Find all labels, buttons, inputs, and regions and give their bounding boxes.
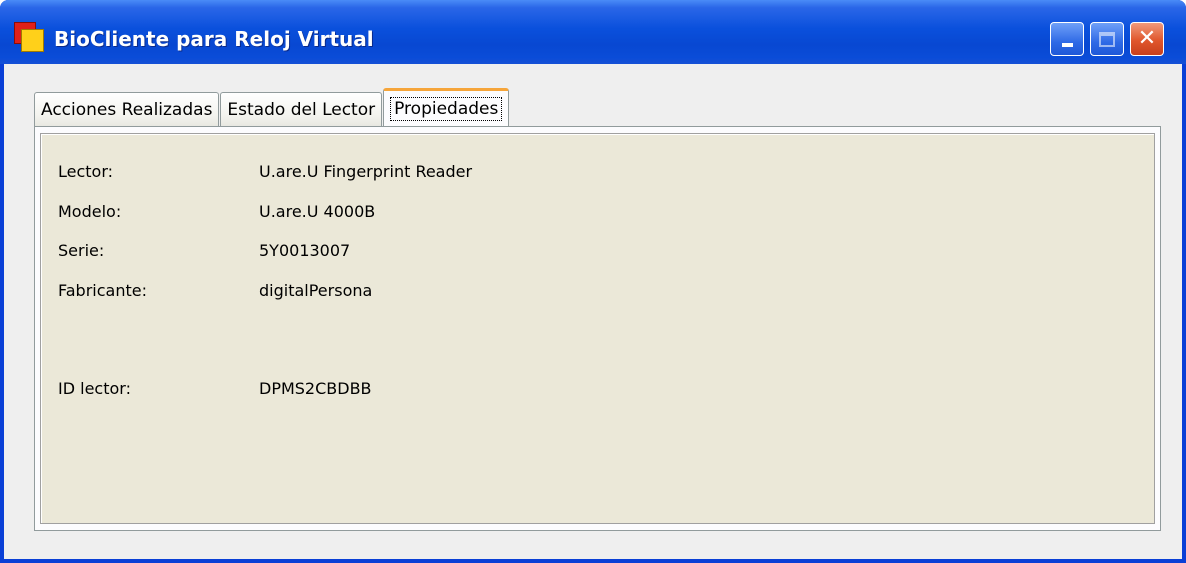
serie-value: 5Y0013007 bbox=[259, 241, 351, 260]
tab-label: Acciones Realizadas bbox=[41, 99, 213, 120]
window-bottom-border bbox=[0, 559, 1186, 563]
tab-label: Estado del Lector bbox=[227, 99, 376, 120]
serie-label: Serie: bbox=[58, 241, 105, 260]
id-lector-value: DPMS2CBDBB bbox=[259, 379, 372, 398]
app-icon[interactable] bbox=[14, 22, 44, 52]
tab-panel-propiedades: Lector: U.are.U Fingerprint Reader Model… bbox=[34, 126, 1161, 531]
maximize-button[interactable] bbox=[1090, 22, 1124, 56]
tab-label: Propiedades bbox=[390, 96, 503, 121]
minimize-button[interactable] bbox=[1050, 22, 1084, 56]
tab-propiedades[interactable]: Propiedades bbox=[383, 88, 510, 126]
tab-estado-del-lector[interactable]: Estado del Lector bbox=[220, 92, 383, 126]
lector-label: Lector: bbox=[58, 162, 114, 181]
close-icon: ✕ bbox=[1137, 26, 1157, 51]
modelo-value: U.are.U 4000B bbox=[259, 202, 376, 221]
window-title: BioCliente para Reloj Virtual bbox=[54, 27, 374, 51]
id-lector-label: ID lector: bbox=[58, 379, 131, 398]
fabricante-label: Fabricante: bbox=[58, 281, 147, 300]
minimize-icon bbox=[1061, 43, 1073, 47]
properties-panel: Lector: U.are.U Fingerprint Reader Model… bbox=[40, 133, 1155, 524]
maximize-icon bbox=[1099, 31, 1115, 47]
modelo-label: Modelo: bbox=[58, 202, 122, 221]
lector-value: U.are.U Fingerprint Reader bbox=[259, 162, 473, 181]
tab-strip: Acciones Realizadas Estado del Lector Pr… bbox=[34, 88, 510, 126]
tab-acciones-realizadas[interactable]: Acciones Realizadas bbox=[34, 92, 220, 126]
title-bar[interactable]: BioCliente para Reloj Virtual ✕ bbox=[0, 0, 1186, 64]
close-button[interactable]: ✕ bbox=[1130, 22, 1164, 56]
client-area: Acciones Realizadas Estado del Lector Pr… bbox=[4, 64, 1182, 563]
app-window: BioCliente para Reloj Virtual ✕ Acciones… bbox=[0, 0, 1186, 563]
app-icon-yellow-square bbox=[21, 29, 44, 52]
fabricante-value: digitalPersona bbox=[259, 281, 373, 300]
